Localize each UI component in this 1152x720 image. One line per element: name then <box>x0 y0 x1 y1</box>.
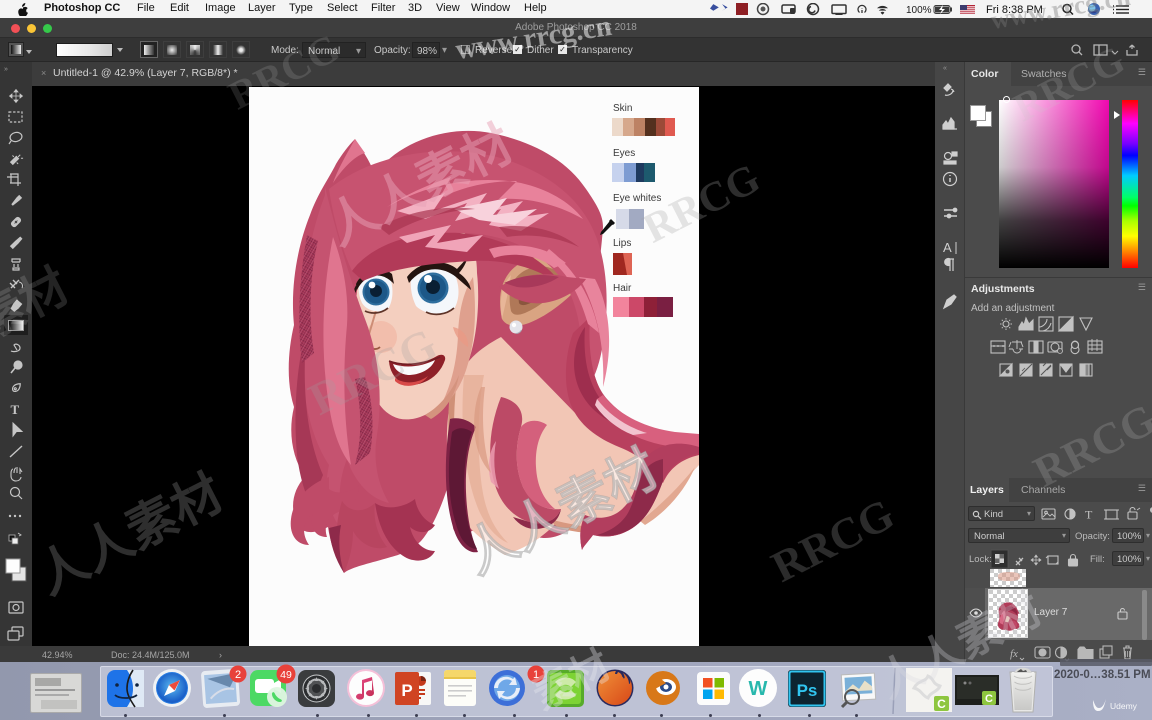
svg-text:49: 49 <box>280 669 292 681</box>
svg-text:T: T <box>11 402 20 417</box>
svg-text:Fri 8:38 PM: Fri 8:38 PM <box>986 4 1043 16</box>
svg-text:C: C <box>937 697 946 711</box>
svg-text:Hair: Hair <box>613 283 632 294</box>
svg-text:A: A <box>943 240 952 255</box>
svg-text:Lips: Lips <box>613 238 631 249</box>
svg-text:T: T <box>1085 508 1093 522</box>
svg-text:P: P <box>401 681 412 700</box>
svg-text:fx: fx <box>1010 648 1018 660</box>
svg-text:100%: 100% <box>906 5 932 16</box>
svg-text:1: 1 <box>533 669 539 681</box>
svg-text:Ps: Ps <box>797 681 818 700</box>
svg-text:Eye whites: Eye whites <box>613 193 661 204</box>
svg-text:»: » <box>4 66 8 73</box>
svg-text:«: « <box>943 65 947 72</box>
svg-text:2: 2 <box>235 669 241 681</box>
svg-text:Skin: Skin <box>613 103 632 114</box>
svg-text:Eyes: Eyes <box>613 148 635 159</box>
svg-text:W: W <box>749 678 768 700</box>
svg-text:Udemy: Udemy <box>1110 701 1138 711</box>
svg-text:C: C <box>985 693 993 705</box>
